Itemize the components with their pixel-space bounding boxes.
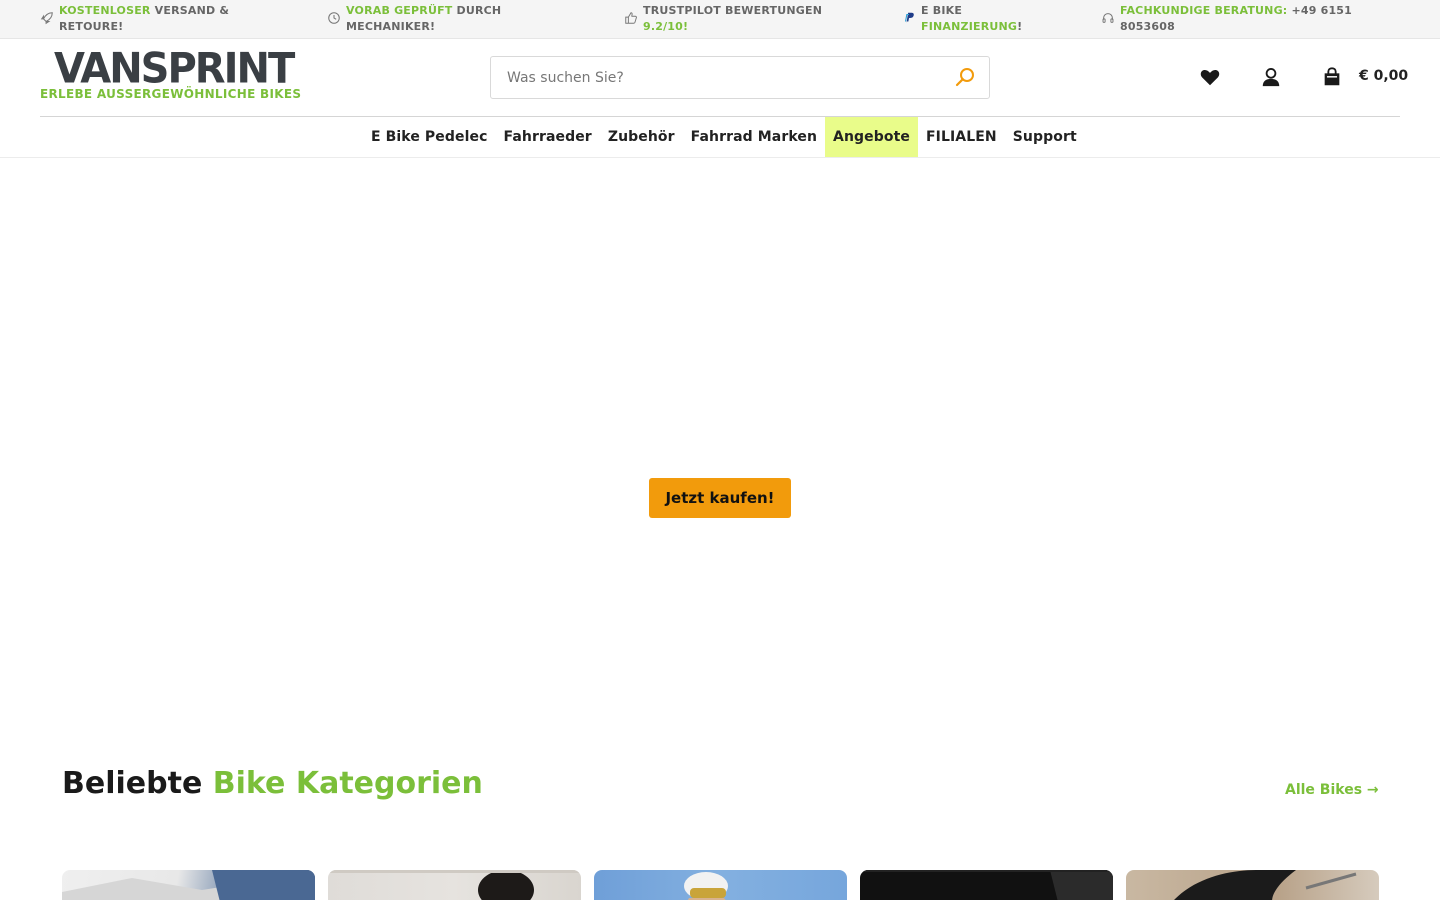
usp-free-shipping: KOSTENLOSER VERSAND & RETOURE! [40,3,259,35]
category-image [62,870,315,900]
usp-trustpilot: TRUSTPILOT BEWERTUNGEN 9.2/10! [624,3,843,35]
nav-item-fahrraeder[interactable]: Fahrraeder [495,117,599,157]
thumbs-up-icon [625,12,637,24]
cart-total[interactable]: € 0,00 [1359,68,1408,84]
nav-item-angebote[interactable]: Angebote [825,117,918,157]
category-image [684,872,728,900]
categories-heading: Beliebte Bike Kategorien [62,766,483,801]
paypal-icon [904,12,914,24]
nav-item-support[interactable]: Support [1005,117,1085,157]
usp-text: TRUSTPILOT BEWERTUNGEN [643,4,823,17]
category-card[interactable] [328,870,581,900]
site-header: VANSPRINT ERLEBE AUSSERGEWÖHNLICHE BIKES… [0,39,1440,116]
usp-tail-text: ! [683,20,689,33]
logo-wordmark: VANSPRINT [54,44,295,94]
heading-green-text: Bike Kategorien [212,766,483,801]
usp-text: E BIKE [921,4,963,17]
usp-checked: VORAB GEPRÜFT DURCH MECHANIKER! [327,3,526,35]
usp-green-text: FACHKUNDIGE BERATUNG: [1120,4,1288,17]
category-card[interactable] [62,870,315,900]
usp-consulting: FACHKUNDIGE BERATUNG: +49 6151 8053608 [1101,3,1380,35]
buy-now-button[interactable]: Jetzt kaufen! [649,478,791,518]
heart-icon[interactable] [1199,66,1221,88]
nav-item-zubehoer[interactable]: Zubehör [600,117,683,157]
category-image [860,870,1113,900]
search-input[interactable] [491,57,941,98]
logo-tagline: ERLEBE AUSSERGEWÖHNLICHE BIKES [40,87,302,101]
usp-green-text: KOSTENLOSER [59,4,151,17]
main-nav: E Bike Pedelec Fahrraeder Zubehör Fahrra… [0,117,1440,158]
usp-bar: KOSTENLOSER VERSAND & RETOURE! VORAB GEP… [0,0,1440,39]
user-icon[interactable] [1260,66,1282,88]
category-image [328,870,581,900]
usp-financing: E BIKE FINANZIERUNG! [902,3,1061,35]
category-card[interactable] [860,870,1113,900]
usp-green-text: VORAB GEPRÜFT [346,4,453,17]
nav-item-e-bike-pedelec[interactable]: E Bike Pedelec [363,117,495,157]
category-card[interactable] [1126,870,1379,900]
heading-dark-text: Beliebte [62,766,203,801]
nav-item-filialen[interactable]: FILIALEN [918,117,1005,157]
usp-green-text: 9.2/10 [643,20,684,33]
shopping-bag-icon[interactable] [1321,66,1343,88]
search-box [490,56,990,99]
all-bikes-link[interactable]: Alle Bikes → [1285,782,1379,798]
usp-tail-text: ! [1017,20,1023,33]
nav-item-fahrrad-marken[interactable]: Fahrrad Marken [683,117,825,157]
usp-green-text: FINANZIERUNG [921,20,1018,33]
category-image [1174,870,1357,900]
category-card[interactable] [594,870,847,900]
search-icon[interactable] [953,66,977,90]
rocket-icon [40,12,53,25]
logo[interactable]: VANSPRINT ERLEBE AUSSERGEWÖHNLICHE BIKES [40,46,302,103]
headset-icon [1102,13,1114,23]
clock-icon [328,12,340,24]
hero-banner: Jetzt kaufen! [0,158,1440,748]
